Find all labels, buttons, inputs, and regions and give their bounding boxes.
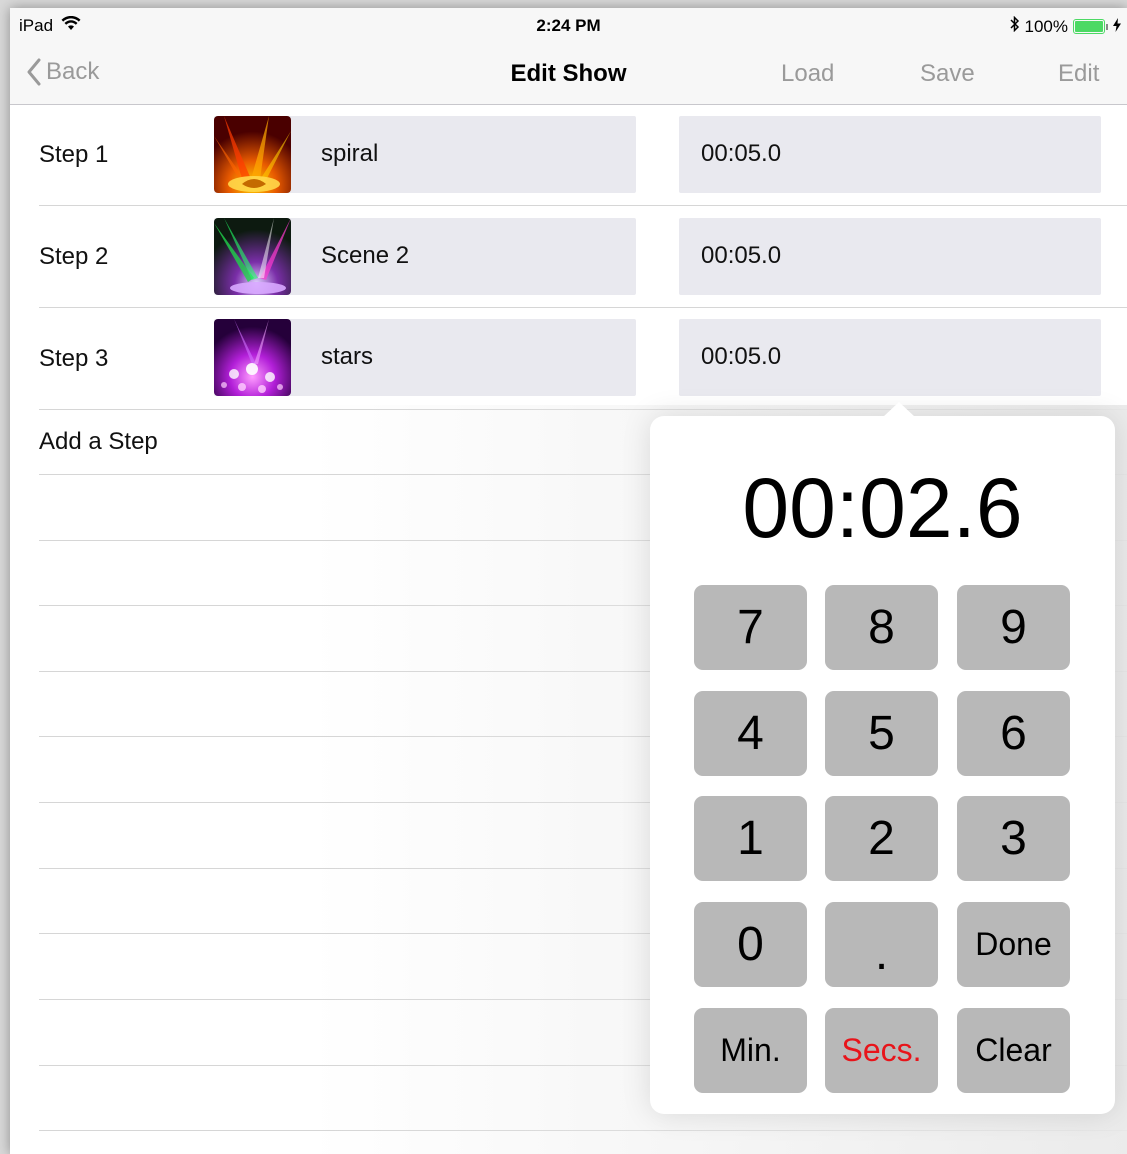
- done-button[interactable]: Done: [957, 902, 1070, 987]
- scene-thumbnail-stars: [214, 319, 291, 396]
- duration-field[interactable]: 00:05.0: [679, 218, 1101, 295]
- add-step-button[interactable]: Add a Step: [39, 428, 158, 456]
- scene-selector[interactable]: spiral: [214, 116, 636, 193]
- bluetooth-icon: [1009, 15, 1020, 37]
- scene-selector[interactable]: stars: [214, 319, 636, 396]
- battery-percent: 100%: [1024, 16, 1068, 36]
- scene-name: spiral: [321, 140, 379, 167]
- step-label: Step 2: [39, 243, 109, 270]
- row-divider: [39, 1130, 1127, 1131]
- scene-name: Scene 2: [321, 242, 410, 269]
- step-row: Step 1 spiral 00:05.0: [10, 105, 1127, 206]
- save-button[interactable]: Save: [920, 60, 975, 88]
- key-8[interactable]: 8: [825, 585, 938, 670]
- duration-value: 00:05.0: [701, 140, 782, 167]
- key-9[interactable]: 9: [957, 585, 1070, 670]
- seconds-button[interactable]: Secs.: [825, 1008, 938, 1093]
- navigation-bar: Back Edit Show Load Save Edit: [10, 44, 1127, 105]
- status-right: 100%: [1009, 15, 1121, 37]
- status-time: 2:24 PM: [536, 16, 601, 35]
- scene-name: stars: [321, 343, 374, 370]
- scene-selector[interactable]: Scene 2: [214, 218, 636, 295]
- edit-button[interactable]: Edit: [1058, 60, 1099, 88]
- key-0[interactable]: 0: [694, 902, 807, 987]
- back-label: Back: [46, 58, 100, 85]
- key-6[interactable]: 6: [957, 691, 1070, 776]
- scene-thumbnail-spiral: [214, 116, 291, 193]
- key-5[interactable]: 5: [825, 691, 938, 776]
- key-7[interactable]: 7: [694, 585, 807, 670]
- key-3[interactable]: 3: [957, 796, 1070, 881]
- battery-icon: [1073, 19, 1105, 34]
- step-row: Step 3 stars 00:05.0: [10, 308, 1127, 410]
- step-label: Step 1: [39, 141, 109, 168]
- battery-fill: [1075, 21, 1103, 32]
- minutes-button[interactable]: Min.: [694, 1008, 807, 1093]
- ipad-screen: iPad 2:24 PM 100% Back Edit Show Load Sa…: [10, 8, 1127, 1154]
- chevron-left-icon: [27, 58, 41, 86]
- key-4[interactable]: 4: [694, 691, 807, 776]
- key-decimal[interactable]: .: [825, 902, 938, 987]
- battery-cap: [1106, 23, 1108, 30]
- key-2[interactable]: 2: [825, 796, 938, 881]
- page-title: Edit Show: [510, 60, 627, 87]
- clear-button[interactable]: Clear: [957, 1008, 1070, 1093]
- load-button[interactable]: Load: [781, 60, 834, 88]
- duration-field[interactable]: 00:05.0: [679, 116, 1101, 193]
- step-label: Step 3: [39, 345, 109, 372]
- duration-value: 00:05.0: [701, 343, 782, 370]
- charging-icon: [1113, 17, 1121, 37]
- time-keypad-popover: 00:02.6 7 8 9 4 5 6 1 2 3 0 . Done Min. …: [650, 402, 1115, 1114]
- time-display: 00:02.6: [742, 461, 1023, 555]
- popover-arrow: [883, 402, 915, 417]
- key-1[interactable]: 1: [694, 796, 807, 881]
- step-row: Step 2 Scene 2 00:05.0: [10, 206, 1127, 308]
- status-bar: iPad 2:24 PM 100%: [10, 8, 1127, 44]
- duration-value: 00:05.0: [701, 242, 782, 269]
- duration-field[interactable]: 00:05.0: [679, 319, 1101, 396]
- scene-thumbnail-scene-2: [214, 218, 291, 295]
- back-button[interactable]: Back: [26, 58, 99, 86]
